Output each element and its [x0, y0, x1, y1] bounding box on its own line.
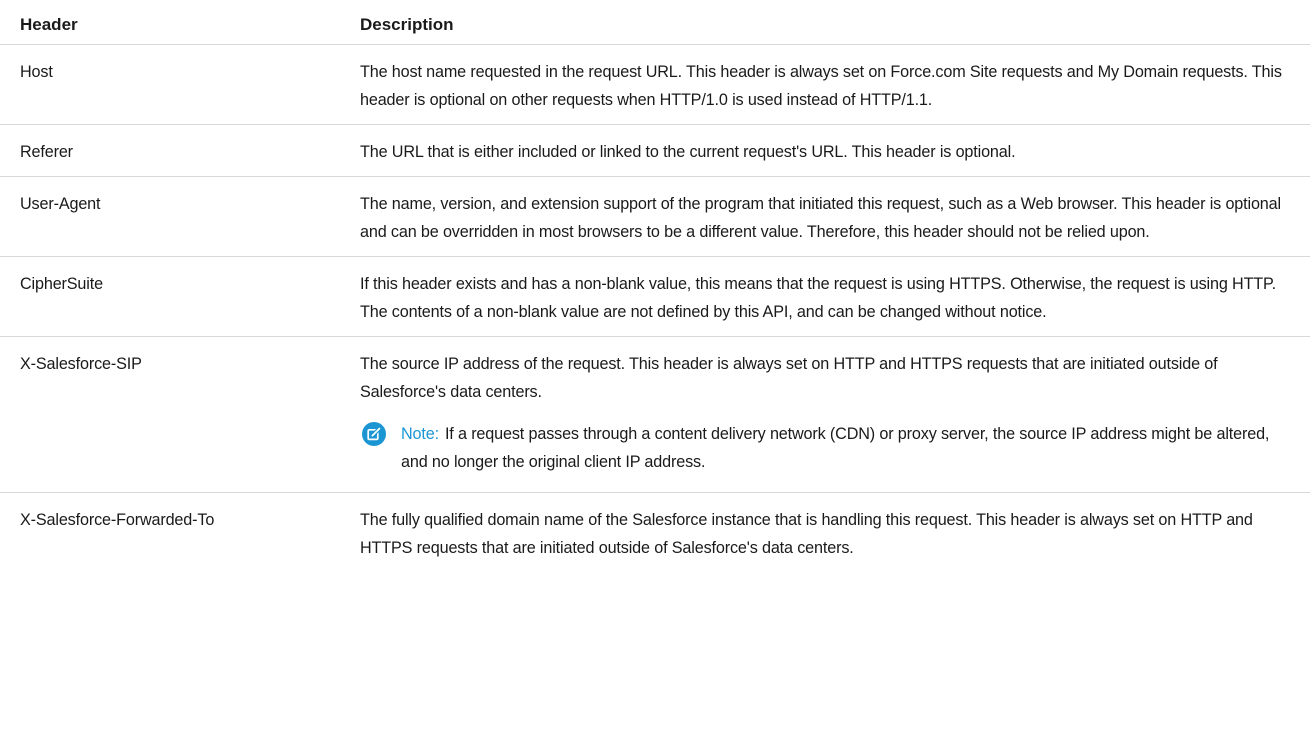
header-name-cell: X-Salesforce-SIP [0, 336, 347, 493]
edit-note-icon [362, 422, 386, 446]
description-cell: If this header exists and has a non-blan… [347, 256, 1310, 337]
description-cell: The fully qualified domain name of the S… [360, 511, 1253, 557]
description-cell: The source IP address of the request. Th… [347, 336, 1310, 493]
table-row: User-Agent The name, version, and extens… [0, 176, 1310, 257]
header-name-cell: Host [0, 44, 347, 125]
note-text: If a request passes through a content de… [401, 425, 1270, 471]
table-row: X-Salesforce-Forwarded-To The fully qual… [0, 493, 1310, 573]
table-row: X-Salesforce-SIP The source IP address o… [0, 336, 1310, 493]
note-label: Note: [401, 425, 439, 443]
table-row: Referer The URL that is either included … [0, 124, 1310, 177]
header-name-cell: CipherSuite [0, 256, 347, 337]
column-header-header: Header [0, 0, 347, 45]
note-callout: Note: If a request passes through a conte… [360, 420, 1296, 476]
description-cell: The host name requested in the request U… [347, 44, 1310, 125]
header-name-cell: X-Salesforce-Forwarded-To [20, 511, 215, 529]
headers-table: Header Description Host The host name re… [0, 0, 1310, 572]
description-cell: The URL that is either included or linke… [347, 124, 1310, 177]
header-name-cell: User-Agent [0, 176, 347, 257]
table-header-row: Header Description [0, 0, 1310, 45]
column-header-description: Description [347, 0, 1310, 45]
description-text: The source IP address of the request. Th… [360, 355, 1218, 401]
note-body: Note: If a request passes through a conte… [386, 420, 1296, 476]
header-name-cell: Referer [0, 124, 347, 177]
description-cell: The name, version, and extension support… [347, 176, 1310, 257]
table-row: Host The host name requested in the requ… [0, 44, 1310, 125]
table-row: CipherSuite If this header exists and ha… [0, 256, 1310, 337]
